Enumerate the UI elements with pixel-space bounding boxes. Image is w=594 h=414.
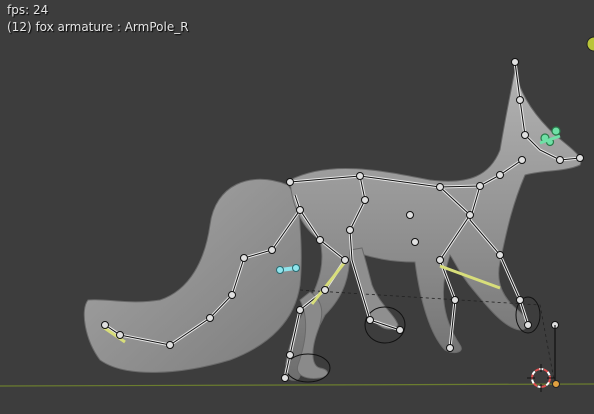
origin-dot — [552, 380, 560, 388]
fox-body-mesh — [284, 69, 582, 381]
navigation-gizmo-icon[interactable] — [586, 36, 594, 52]
3d-viewport[interactable] — [0, 0, 594, 414]
fps-readout: fps: 24 — [7, 3, 49, 17]
object-info-text: (12) fox armature : ArmPole_R — [7, 20, 189, 34]
ground-line — [0, 383, 594, 387]
3d-cursor-icon[interactable] — [527, 364, 555, 392]
fox-tail-mesh — [83, 178, 302, 373]
